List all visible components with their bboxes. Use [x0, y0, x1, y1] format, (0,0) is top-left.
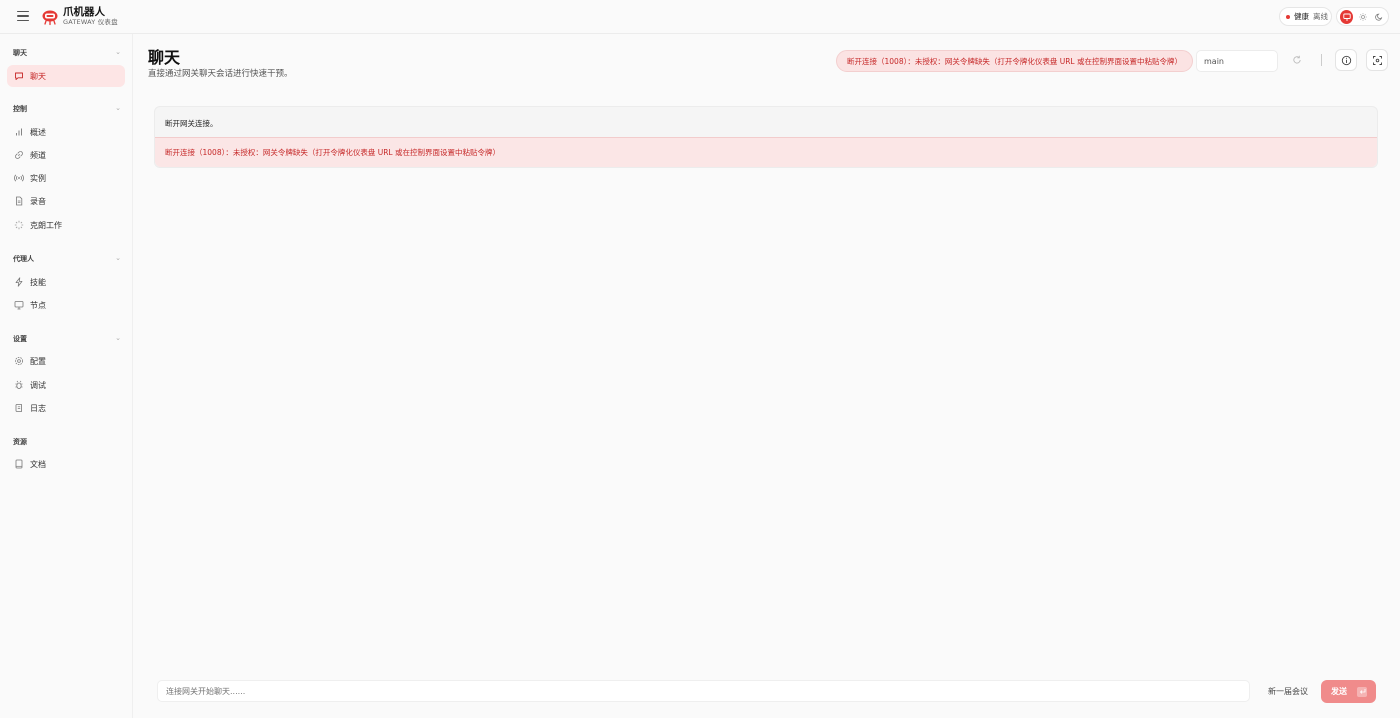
main-content: 聊天 直接通过网关聊天会话进行快速干预。 断开连接（1008）：未授权：网关令牌… [134, 34, 1400, 718]
focus-icon [1372, 55, 1382, 65]
sidebar-item-label: 频道 [30, 150, 46, 160]
sidebar-item-nodes[interactable]: 节点 [7, 294, 125, 316]
sidebar: 聊天 ⌄ 聊天 控制 ⌄ 概述 频道 实例 录音 克朗工作 代理人 ⌄ 技能 节点 设… [0, 34, 133, 718]
group-title: 聊天 [13, 49, 27, 57]
sidebar-item-config[interactable]: 配置 [7, 350, 125, 372]
chat-thread: 断开网关连接。 断开连接（1008）：未授权：网关令牌缺失（打开令牌化仪表盘 U… [154, 106, 1378, 168]
health-label: 健康 [1294, 12, 1309, 21]
sidebar-item-debug[interactable]: 调试 [7, 374, 125, 396]
refresh-button[interactable] [1289, 52, 1305, 68]
loader-icon [14, 220, 24, 230]
sidebar-item-channels[interactable]: 频道 [7, 144, 125, 166]
sidebar-item-label: 聊天 [30, 71, 46, 81]
send-label: 发送 [1331, 687, 1347, 696]
bug-icon [14, 380, 24, 390]
info-button[interactable] [1335, 49, 1357, 71]
enter-key-icon [1357, 686, 1367, 697]
focus-mode-button[interactable] [1366, 49, 1388, 71]
theme-switcher [1336, 7, 1389, 26]
sidebar-group-chat[interactable]: 聊天 ⌄ [13, 48, 121, 58]
sidebar-item-overview[interactable]: 概述 [7, 121, 125, 143]
toolbar-divider [1321, 54, 1322, 66]
chat-icon [14, 71, 24, 81]
brand: 爪机器人 GATEWAY 仪表盘 [63, 6, 118, 27]
bolt-icon [14, 277, 24, 287]
group-title: 设置 [13, 335, 27, 343]
brand-name: 爪机器人 [63, 6, 105, 18]
sidebar-item-label: 文档 [30, 459, 46, 469]
page-subtitle: 直接通过网关聊天会话进行快速干预。 [148, 69, 293, 79]
scroll-icon [14, 403, 24, 413]
send-button[interactable]: 发送 [1321, 680, 1376, 703]
sidebar-item-label: 调试 [30, 380, 46, 390]
sidebar-item-chat[interactable]: 聊天 [7, 65, 125, 87]
sidebar-group-resources: 资源 [13, 437, 121, 447]
theme-system-button[interactable] [1340, 9, 1353, 24]
sidebar-item-recordings[interactable]: 录音 [7, 190, 125, 212]
monitor-icon [14, 300, 24, 310]
menu-icon[interactable] [17, 11, 29, 22]
sidebar-item-label: 实例 [30, 173, 46, 183]
sidebar-item-label: 录音 [30, 196, 46, 206]
status-dot-icon [1286, 14, 1290, 19]
sidebar-item-label: 克朗工作 [30, 220, 62, 230]
refresh-icon [1293, 55, 1301, 64]
chat-message-input[interactable] [157, 680, 1250, 702]
sidebar-item-label: 日志 [30, 403, 46, 413]
sidebar-item-instances[interactable]: 实例 [7, 167, 125, 189]
sun-icon [1358, 12, 1367, 21]
sidebar-group-agents[interactable]: 代理人 ⌄ [13, 254, 121, 264]
sidebar-item-label: 配置 [30, 356, 46, 366]
sidebar-item-label: 节点 [30, 300, 46, 310]
sidebar-item-logs[interactable]: 日志 [7, 397, 125, 419]
moon-icon [1374, 13, 1382, 21]
health-status-pill: 健康 离线 [1279, 7, 1332, 26]
sidebar-item-skills[interactable]: 技能 [7, 271, 125, 293]
chevron-icon: ⌄ [115, 104, 121, 112]
sidebar-item-label: 概述 [30, 127, 46, 137]
chevron-icon: ⌄ [115, 334, 121, 342]
group-title: 代理人 [13, 255, 34, 263]
sidebar-group-control[interactable]: 控制 ⌄ [13, 104, 121, 114]
chevron-icon: ⌄ [115, 254, 121, 262]
bar-chart-icon [14, 127, 24, 137]
sidebar-item-label: 技能 [30, 277, 46, 287]
theme-light-button[interactable] [1356, 10, 1369, 24]
top-bar: 爪机器人 GATEWAY 仪表盘 健康 离线 [0, 0, 1400, 34]
sidebar-item-docs[interactable]: 文档 [7, 453, 125, 475]
gear-icon [14, 356, 24, 366]
info-icon [1341, 55, 1351, 65]
error-callout: 断开连接（1008）：未授权：网关令牌缺失（打开令牌化仪表盘 URL 或在控制界… [155, 137, 1377, 167]
sidebar-group-settings[interactable]: 设置 ⌄ [13, 334, 121, 344]
robot-logo-icon [41, 8, 59, 26]
group-title: 资源 [13, 438, 27, 446]
page-title: 聊天 [148, 48, 181, 67]
group-title: 控制 [13, 105, 27, 113]
disconnected-message: 断开网关连接。 [165, 119, 218, 128]
new-session-button[interactable]: 新一届会议 [1268, 686, 1308, 697]
broadcast-icon [14, 173, 24, 183]
monitor-icon [1342, 13, 1351, 20]
chevron-icon: ⌄ [115, 48, 121, 56]
connection-error-pill: 断开连接（1008）：未授权：网关令牌缺失（打开令牌化仪表盘 URL 或在控制界… [836, 50, 1193, 72]
session-key-input[interactable] [1196, 50, 1278, 72]
book-icon [14, 459, 24, 469]
document-icon [14, 196, 24, 206]
theme-dark-button[interactable] [1372, 10, 1385, 24]
health-status: 离线 [1313, 12, 1328, 21]
brand-subtitle: GATEWAY 仪表盘 [63, 18, 118, 26]
link-icon [14, 150, 24, 160]
sidebar-item-cron-jobs[interactable]: 克朗工作 [7, 214, 125, 236]
